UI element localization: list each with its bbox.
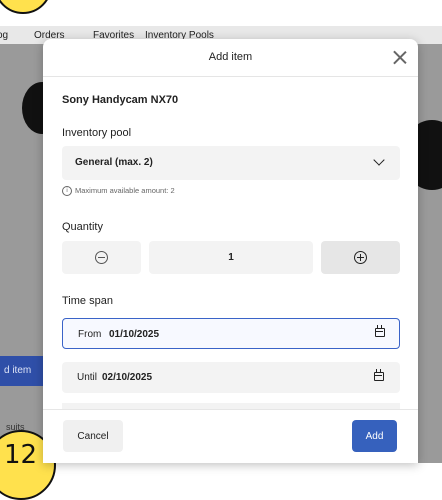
product-name: Sony Handycam NX70 — [62, 94, 179, 106]
quantity-decrease-button[interactable] — [62, 241, 141, 274]
from-date-value: 01/10/2025 — [109, 329, 160, 340]
until-date-prefix: Until — [77, 372, 98, 383]
minus-circle-icon — [95, 251, 108, 264]
calendar-icon[interactable] — [375, 325, 385, 337]
from-date-field[interactable]: From 01/10/2025 — [62, 318, 400, 349]
inventory-pool-selected: General (max. 2) — [75, 157, 153, 168]
close-icon[interactable] — [389, 47, 411, 69]
from-date-prefix: From — [78, 329, 102, 340]
quantity-input[interactable] — [149, 241, 313, 274]
add-button[interactable]: Add — [352, 420, 397, 452]
inventory-pool-label: Inventory pool — [62, 127, 132, 139]
availability-hint-text: Maximum available amount: 2 — [75, 186, 175, 195]
dialog-header: Add item — [43, 39, 418, 77]
plus-circle-icon — [354, 251, 367, 264]
dialog-title: Add item — [208, 51, 253, 63]
inventory-pool-select[interactable]: General (max. 2) — [62, 146, 400, 180]
cancel-button[interactable]: Cancel — [63, 420, 123, 452]
calendar-icon[interactable] — [374, 369, 384, 381]
background-add-item-button[interactable]: d item — [0, 356, 44, 386]
add-item-dialog: Add item Sony Handycam NX70 Inventory po… — [43, 39, 418, 463]
availability-hint: i Maximum available amount: 2 — [62, 186, 175, 197]
top-strip — [0, 0, 442, 26]
dialog-footer: Cancel Add — [43, 409, 418, 463]
nav-item-catalog[interactable]: og — [0, 30, 8, 41]
info-icon: i — [62, 186, 72, 197]
step-badge-number: 12 — [4, 440, 38, 470]
until-date-field[interactable]: Until 02/10/2025 — [62, 362, 400, 393]
background-add-item-label: d item — [4, 365, 32, 376]
quantity-increase-button[interactable] — [321, 241, 400, 274]
quantity-label: Quantity — [62, 221, 103, 233]
until-date-value: 02/10/2025 — [102, 372, 153, 383]
time-span-label: Time span — [62, 295, 113, 307]
chevron-down-icon — [373, 154, 385, 166]
